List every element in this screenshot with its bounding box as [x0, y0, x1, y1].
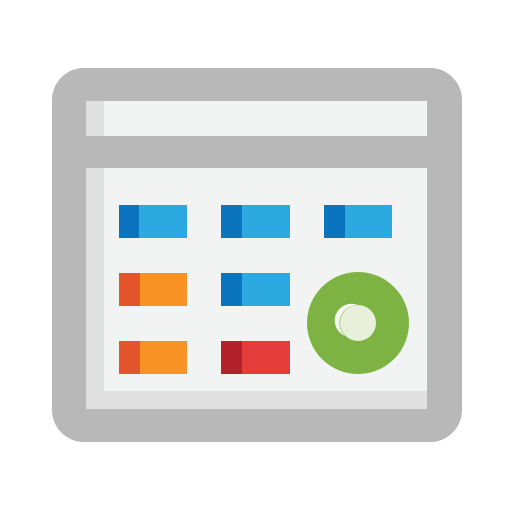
- tile-blue-4: [221, 273, 290, 306]
- green-ring-icon: [307, 272, 409, 374]
- content-panel-left-shade: [86, 168, 104, 409]
- tile-blue-3: [324, 205, 392, 238]
- calendar-dashboard-icon: [0, 0, 512, 512]
- content-panel-bottom-shade: [86, 391, 427, 409]
- title-bar: [86, 101, 427, 136]
- tile-red-1: [221, 341, 290, 374]
- tile-orange-1: [119, 273, 187, 306]
- calendar-dashboard-svg: [52, 68, 462, 442]
- tile-blue-1: [119, 205, 187, 238]
- tile-orange-2: [119, 341, 187, 374]
- tile-blue-2: [221, 205, 290, 238]
- title-bar-shade: [86, 101, 104, 136]
